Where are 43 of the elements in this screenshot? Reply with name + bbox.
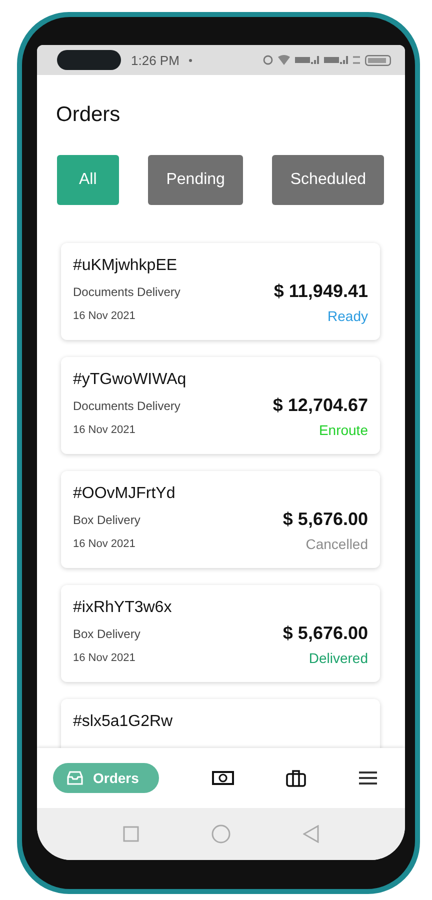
inbox-icon — [67, 771, 83, 785]
order-date: 16 Nov 2021 — [73, 652, 136, 664]
status-time: 1:26 PM — [131, 52, 180, 68]
camera-cutout — [57, 50, 121, 70]
order-id: #slx5a1G2Rw — [73, 713, 174, 731]
order-amount: $ 11,949.41 — [274, 281, 368, 302]
nav-tab[interactable] — [358, 771, 377, 785]
battery-icon — [365, 54, 391, 66]
nav-tab[interactable] — [212, 771, 234, 785]
notification-dot — [189, 58, 192, 62]
order-amount: $ 5,676.00 — [282, 623, 368, 644]
order-amount: $ 5,676.00 — [282, 509, 368, 530]
delivery-type: Box Delivery — [73, 626, 142, 640]
order-status: Enroute — [318, 422, 368, 438]
order-amount: $ 12,704.67 — [272, 395, 368, 416]
page-title: Orders — [56, 103, 122, 127]
briefcase-icon — [286, 769, 306, 787]
delivery-type: Documents Delivery — [73, 284, 182, 298]
delivery-type: Box Delivery — [73, 512, 142, 526]
order-id: #yTGwoWIWAq — [73, 371, 188, 389]
filter-tab[interactable]: Pending — [148, 155, 243, 205]
order-card[interactable]: #yTGwoWIWAq Documents Delivery $ 12,704.67 16 Nov 2021 Enroute — [61, 357, 380, 454]
nav-tab[interactable] — [286, 769, 306, 787]
order-card[interactable]: #uKMjwhkpEE Documents Delivery $ 11,949.41 16 Nov 2021 Ready — [61, 243, 380, 340]
wifi-icon — [278, 55, 290, 65]
order-card[interactable]: #ixRhYT3w6x Box Delivery $ 5,676.00 16 Nov 2021 Delivered — [61, 585, 380, 682]
order-card[interactable]: #slx5a1G2Rw — [61, 699, 380, 748]
order-id: #ixRhYT3w6x — [73, 599, 173, 617]
order-status: Ready — [326, 308, 368, 324]
banknote-icon — [212, 771, 234, 785]
filter-tab[interactable]: Scheduled — [272, 155, 384, 205]
signal-icon — [324, 56, 348, 64]
order-status: Cancelled — [304, 536, 368, 552]
delivery-type: Documents Delivery — [73, 398, 182, 412]
order-status: Delivered — [308, 650, 368, 666]
signal-icon — [295, 56, 319, 64]
order-date: 16 Nov 2021 — [73, 310, 136, 322]
order-card[interactable]: #OOvMJFrtYd Box Delivery $ 5,676.00 16 Nov 2021 Cancelled — [61, 471, 380, 568]
order-id: #uKMjwhkpEE — [73, 257, 178, 275]
order-date: 16 Nov 2021 — [73, 424, 136, 436]
order-date: 16 Nov 2021 — [73, 538, 136, 550]
order-id: #OOvMJFrtYd — [73, 485, 176, 503]
menu-icon — [358, 771, 377, 785]
